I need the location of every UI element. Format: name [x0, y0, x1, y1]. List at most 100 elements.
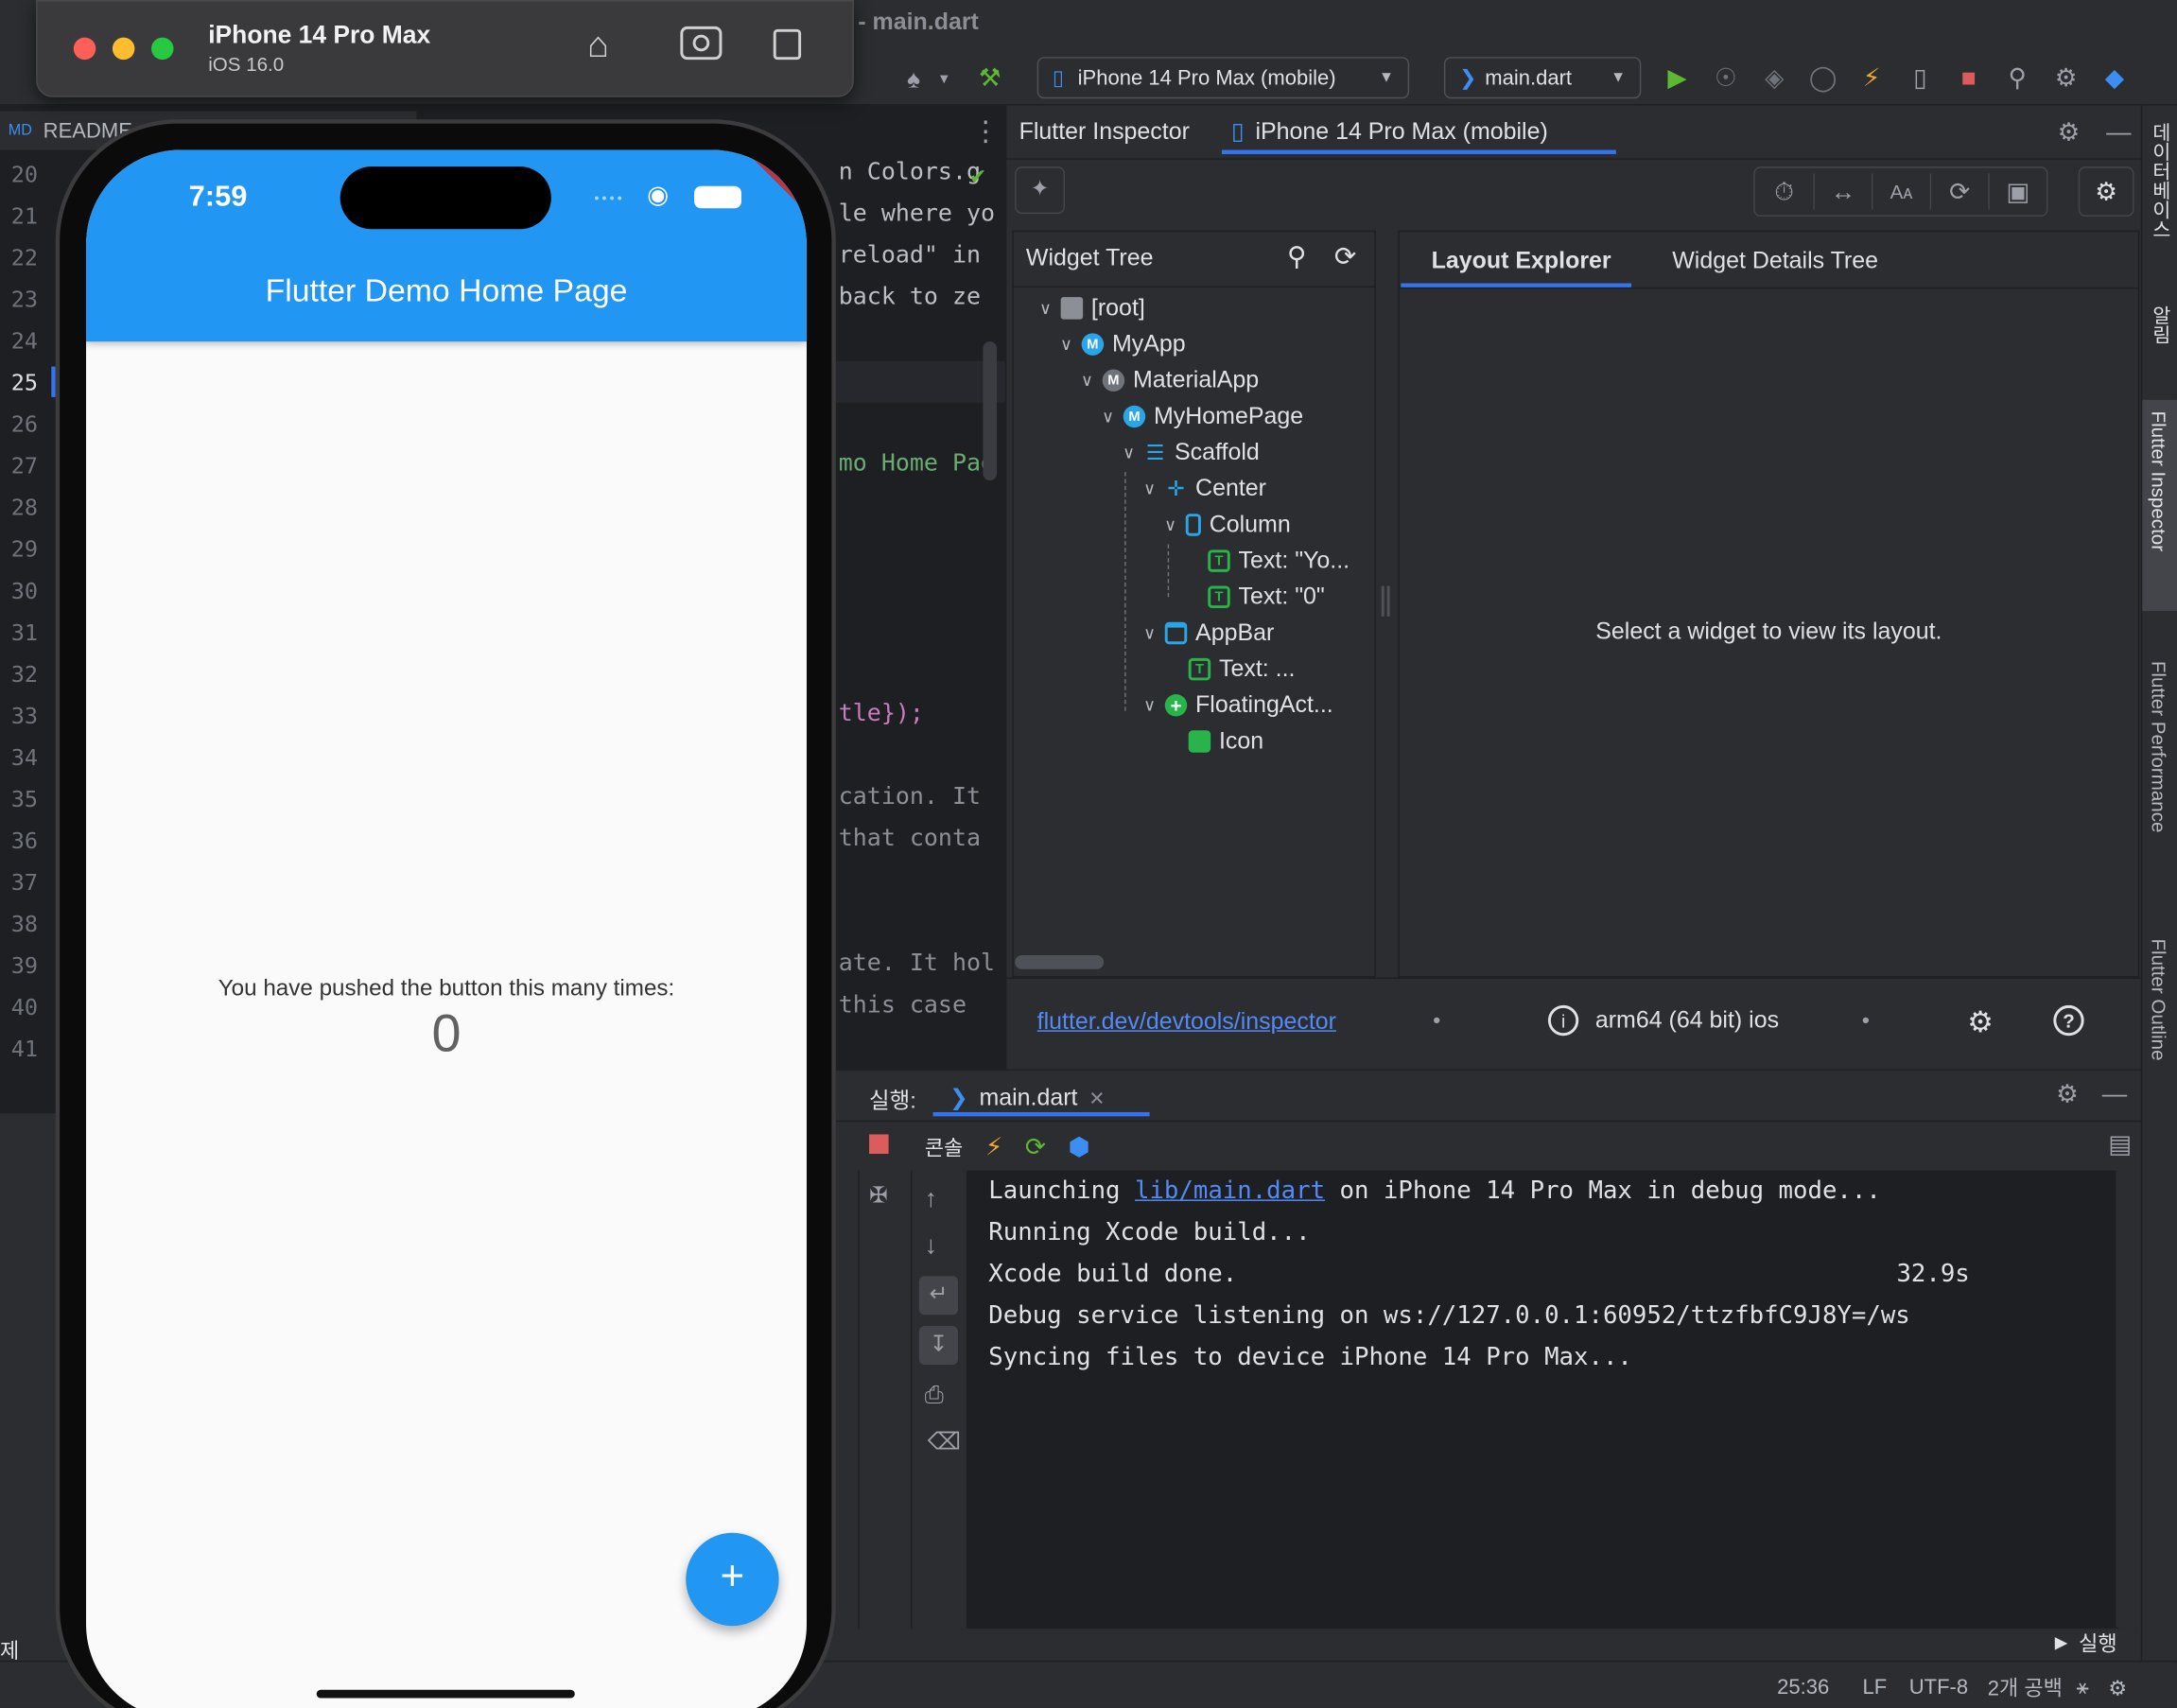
search-icon[interactable]: ⚲: [1287, 241, 1306, 273]
line-number: 26: [10, 410, 39, 438]
coverage-icon[interactable]: ◈: [1756, 60, 1792, 96]
close-icon[interactable]: ✕: [1088, 1087, 1105, 1110]
device-attach-icon[interactable]: ▯: [1902, 60, 1938, 96]
refresh-icon[interactable]: ⟳: [1334, 241, 1356, 273]
pin-icon[interactable]: ✠: [869, 1181, 888, 1209]
increment-fab[interactable]: +: [686, 1532, 779, 1627]
devtools-link[interactable]: flutter.dev/devtools/inspector: [1037, 1008, 1336, 1036]
chevron-down-icon: ∨: [1123, 443, 1136, 462]
tool-window-flutter-inspector[interactable]: Flutter Inspector: [2148, 411, 2169, 552]
tool-window-notifications[interactable]: 알림: [2148, 305, 2175, 344]
print-icon[interactable]: ⎙: [925, 1382, 944, 1409]
hot-reload-icon[interactable]: ⚡: [1854, 60, 1890, 96]
file-encoding[interactable]: UTF-8: [1909, 1676, 1968, 1699]
build-hammer-icon[interactable]: ⚒: [972, 60, 1008, 96]
rotate-icon[interactable]: [773, 28, 802, 61]
plugin-icon[interactable]: ◆: [2097, 60, 2133, 96]
debug-icon[interactable]: ☉: [1708, 60, 1744, 96]
minimize-icon[interactable]: —: [2097, 1076, 2133, 1112]
line-number: 21: [10, 202, 39, 230]
tree-node-myhomepage[interactable]: ∨ M MyHomePage: [1098, 403, 1303, 430]
close-window-button[interactable]: [73, 37, 96, 61]
gear-icon[interactable]: ⚙: [2047, 60, 2083, 96]
lock-icon[interactable]: ⚹: [2077, 1676, 2089, 1699]
console-link[interactable]: lib/main.dart: [1135, 1177, 1325, 1205]
line-number: 34: [10, 743, 39, 771]
run-icon[interactable]: ▶: [1659, 60, 1695, 96]
help-icon[interactable]: ?: [2053, 1004, 2084, 1037]
active-tab-indicator: [1221, 149, 1616, 154]
maximize-window-button[interactable]: [151, 37, 174, 61]
tab-device[interactable]: iPhone 14 Pro Max (mobile): [1255, 118, 1547, 146]
search-icon[interactable]: ⚲: [1999, 60, 2035, 96]
tree-node-scaffold[interactable]: ∨ ☰ Scaffold: [1119, 439, 1260, 466]
tab-widget-details-tree[interactable]: Widget Details Tree: [1642, 247, 1908, 274]
tree-node-myapp[interactable]: ∨ M MyApp: [1056, 330, 1186, 357]
repaint-icon[interactable]: ⟳: [1929, 173, 1989, 210]
cursor-position[interactable]: 25:36: [1777, 1676, 1829, 1699]
tree-node-root[interactable]: ∨ [root]: [1036, 294, 1145, 322]
minimize-icon[interactable]: —: [2100, 113, 2136, 149]
arrow-down-icon[interactable]: ↓: [925, 1231, 937, 1261]
hot-reload-icon[interactable]: ⚡: [985, 1132, 1003, 1161]
tree-node-icon[interactable]: Icon: [1188, 727, 1263, 755]
tree-hscrollbar[interactable]: [1015, 955, 1105, 969]
tab-flutter-inspector[interactable]: Flutter Inspector: [1019, 118, 1190, 146]
tool-window-database[interactable]: 데이터베이스: [2148, 122, 2175, 238]
image-icon[interactable]: ▣: [1988, 173, 2046, 210]
timer-icon[interactable]: ⏱: [1755, 174, 1814, 210]
arch-info: i arm64 (64 bit) ios: [1547, 1004, 1779, 1037]
tool-window-flutter-performance[interactable]: Flutter Performance: [2148, 661, 2169, 833]
profile-icon[interactable]: ♠: [896, 61, 932, 97]
tree-node-floatingactionbutton[interactable]: ∨ + FloatingAct...: [1140, 691, 1333, 719]
console-tab[interactable]: 콘솔: [925, 1132, 964, 1161]
home-icon[interactable]: ⌂: [587, 24, 609, 67]
devtools-icon[interactable]: ⬢: [1068, 1132, 1089, 1161]
splitter-handle[interactable]: [1381, 585, 1390, 617]
tree-node-text[interactable]: T Text: "Yo...: [1208, 547, 1350, 574]
tree-node-column[interactable]: ∨ Column: [1160, 511, 1291, 538]
arrow-up-icon[interactable]: ↑: [925, 1184, 937, 1213]
stop-icon[interactable]: [869, 1134, 889, 1154]
gear-icon[interactable]: ⚙: [2049, 1076, 2085, 1112]
indent-setting[interactable]: 2개 공백: [1988, 1673, 2063, 1702]
baselines-icon[interactable]: Aᴀ: [1872, 173, 1930, 210]
hot-restart-icon[interactable]: ⟳: [1025, 1132, 1046, 1161]
stop-icon[interactable]: ■: [1951, 60, 1987, 96]
tree-node-text[interactable]: T Text: "0": [1208, 584, 1325, 611]
material-icon: M: [1102, 369, 1125, 392]
editor-scrollbar[interactable]: [983, 341, 998, 480]
run-config-selector[interactable]: ❯ main.dart ▼: [1443, 57, 1642, 99]
scroll-to-end-icon[interactable]: ↧: [918, 1326, 958, 1366]
tab-layout-explorer[interactable]: Layout Explorer: [1401, 247, 1642, 274]
inspection-icon[interactable]: ⚙: [2108, 1675, 2127, 1700]
console-scrollbar[interactable]: [2116, 1169, 2131, 1628]
home-indicator[interactable]: [316, 1689, 575, 1699]
minimize-window-button[interactable]: [112, 37, 135, 61]
line-number: 25: [10, 369, 39, 396]
tree-node-text[interactable]: T Text: ...: [1188, 655, 1295, 683]
run-tab-main-dart[interactable]: main.dart: [979, 1085, 1077, 1112]
screenshot-icon[interactable]: [680, 26, 723, 61]
line-separator[interactable]: LF: [1863, 1676, 1888, 1699]
tree-node-materialapp[interactable]: ∨ M MaterialApp: [1077, 367, 1259, 394]
trash-icon[interactable]: ⌫: [928, 1429, 961, 1456]
select-widget-mode-icon[interactable]: ✦: [1015, 166, 1066, 215]
soft-wrap-icon[interactable]: ↵: [918, 1276, 958, 1316]
right-tool-strip: 데이터베이스 알림 Flutter Inspector Flutter Perf…: [2140, 105, 2177, 1661]
tree-node-appbar[interactable]: ∨ AppBar: [1140, 619, 1274, 647]
tool-window-flutter-outline[interactable]: Flutter Outline: [2148, 938, 2169, 1060]
run-widget[interactable]: ▶ 실행: [2055, 1626, 2117, 1659]
bug-icon[interactable]: ⚙: [1967, 1005, 1994, 1040]
tree-node-center[interactable]: ∨ ✛ Center: [1140, 475, 1266, 502]
profile-run-icon[interactable]: ◯: [1805, 60, 1841, 96]
gear-icon[interactable]: ⚙: [2050, 113, 2086, 149]
layout-icon[interactable]: ▤: [2102, 1126, 2138, 1162]
guidelines-icon[interactable]: ↔: [1813, 173, 1872, 210]
scaffold-icon: ☰: [1145, 441, 1165, 465]
gear-icon[interactable]: ⚙: [2078, 166, 2134, 218]
more-options-icon[interactable]: ⋮: [972, 113, 1000, 148]
device-selector[interactable]: ▯ iPhone 14 Pro Max (mobile) ▼: [1036, 57, 1410, 99]
inspector-detail-tabs: Layout Explorer Widget Details Tree: [1401, 234, 1908, 289]
code-line: reload" in: [838, 241, 982, 270]
